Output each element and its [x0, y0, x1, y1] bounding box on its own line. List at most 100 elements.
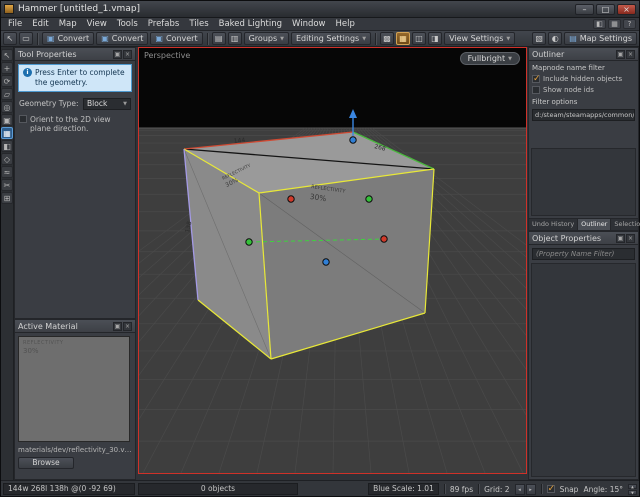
- select-tool-icon[interactable]: ↖: [1, 49, 13, 61]
- panel-header-icons: ▣ ×: [113, 49, 132, 59]
- width-dimension-label: 144: [233, 137, 245, 145]
- snap-checkbox[interactable]: [546, 484, 555, 494]
- convert-button-1[interactable]: ▣ Convert: [42, 32, 95, 45]
- material-tool-icon[interactable]: ◇: [1, 153, 13, 165]
- menu-window[interactable]: Window: [287, 18, 331, 31]
- float-panel-icon[interactable]: ▣: [113, 321, 122, 331]
- separator: [37, 32, 38, 45]
- 3d-viewport[interactable]: Perspective Fullbright ▼ 144 268 138 REF…: [138, 47, 527, 474]
- select-mode-icon[interactable]: ↖: [3, 32, 17, 45]
- angle-readout: Angle: 15°: [583, 484, 623, 494]
- tab-outliner[interactable]: Outliner: [578, 219, 612, 230]
- block-tool-toggle-icon[interactable]: ▦: [396, 32, 411, 45]
- link-icon[interactable]: ▤: [211, 32, 226, 45]
- float-panel-icon[interactable]: ▣: [616, 49, 625, 59]
- 3d-viewport-canvas[interactable]: 144 268 138 REFLECTIVITY 30% REFLECTIVIT…: [139, 48, 526, 473]
- layout-icon[interactable]: ▦: [608, 19, 621, 29]
- outliner-content: Mapnode name filter Include hidden objec…: [529, 61, 638, 218]
- tool-properties-header[interactable]: Tool Properties ▣ ×: [15, 48, 135, 61]
- lighting-icon[interactable]: ◐: [548, 32, 563, 45]
- property-filter-input[interactable]: [532, 248, 635, 260]
- separator: [540, 484, 542, 494]
- menu-view[interactable]: View: [82, 18, 112, 31]
- polygon-tool-icon[interactable]: ⊞: [1, 192, 13, 204]
- grid-increase-button[interactable]: ▸: [525, 483, 536, 495]
- panels-icon[interactable]: ◧: [593, 19, 606, 29]
- view-settings-button[interactable]: View Settings ▼: [444, 32, 516, 45]
- browse-material-button[interactable]: Browse: [18, 457, 74, 469]
- separator: [443, 484, 445, 494]
- mirror-icon[interactable]: ◫: [412, 32, 427, 45]
- convert-button-2[interactable]: ▣ Convert: [96, 32, 149, 45]
- menu-help[interactable]: Help: [331, 18, 360, 31]
- title-bar[interactable]: Hammer [untitled_1.vmap] – □ ×: [1, 1, 639, 18]
- convert-button-3[interactable]: ▣ Convert: [150, 32, 203, 45]
- paint-geometry-tool-icon[interactable]: ◧: [1, 140, 13, 152]
- box-select-icon[interactable]: ▭: [19, 32, 33, 45]
- move-tool-icon[interactable]: +: [1, 62, 13, 74]
- fullbright-dropdown[interactable]: Fullbright ▼: [459, 52, 520, 65]
- menu-tools[interactable]: Tools: [112, 18, 143, 31]
- float-panel-icon[interactable]: ▣: [113, 49, 122, 59]
- shade-icon[interactable]: ◨: [428, 32, 443, 45]
- material-preview[interactable]: REFLECTIVITY 30%: [18, 336, 130, 442]
- grid-decrease-button[interactable]: ◂: [514, 483, 525, 495]
- face-handle-blue-top[interactable]: [349, 136, 357, 144]
- displacement-tool-icon[interactable]: ≈: [1, 166, 13, 178]
- editing-settings-button[interactable]: Editing Settings ▼: [291, 32, 372, 45]
- close-panel-icon[interactable]: ×: [626, 49, 635, 59]
- snap-label: Snap: [559, 484, 579, 494]
- orient-checkbox-row: Orient to the 2D view plane direction.: [15, 112, 135, 136]
- outliner-tree-area[interactable]: [531, 148, 636, 216]
- close-panel-icon[interactable]: ×: [626, 233, 635, 243]
- face-handle-red-2[interactable]: [380, 235, 388, 243]
- viewport-mode-label[interactable]: Perspective: [144, 51, 190, 60]
- outliner-header[interactable]: Outliner ▣ ×: [529, 48, 638, 61]
- panel-header-icons: ▣ ×: [616, 49, 635, 59]
- block-tool-icon[interactable]: ▦: [1, 127, 13, 139]
- show-node-ids-checkbox[interactable]: [532, 86, 540, 94]
- close-panel-icon[interactable]: ×: [123, 49, 132, 59]
- face-handle-red-1[interactable]: [287, 195, 295, 203]
- angle-decrease-button[interactable]: ▼: [628, 489, 637, 495]
- texture-lock-icon[interactable]: ▧: [532, 32, 547, 45]
- include-hidden-checkbox[interactable]: [532, 74, 541, 84]
- rotate-tool-icon[interactable]: ⟳: [1, 75, 13, 87]
- grid-snap-icon[interactable]: ▩: [380, 32, 395, 45]
- angle-increase-button[interactable]: ▲: [628, 483, 637, 489]
- float-panel-icon[interactable]: ▣: [616, 233, 625, 243]
- tab-selection-sets[interactable]: Selection Sets: [611, 219, 640, 230]
- active-material-header[interactable]: Active Material ▣ ×: [15, 320, 135, 333]
- menu-file[interactable]: File: [3, 18, 27, 31]
- face-handle-green-2[interactable]: [245, 238, 253, 246]
- help-icon[interactable]: ?: [623, 19, 636, 29]
- chevron-down-icon: ▼: [508, 55, 512, 62]
- tool-strip: ↖ + ⟳ ▱ ◎ ▣ ▦ ◧ ◇ ≈ ✂ ⊞: [1, 47, 14, 480]
- menu-baked-lighting[interactable]: Baked Lighting: [214, 18, 287, 31]
- menu-prefabs[interactable]: Prefabs: [143, 18, 185, 31]
- instance-icon[interactable]: ▥: [227, 32, 242, 45]
- filter-options-label[interactable]: Filter options: [529, 95, 638, 107]
- statusbar-right-cluster: Blue Scale: 1.01 89 fps Grid: 2 ◂ ▸ Snap…: [368, 483, 637, 495]
- face-handle-blue-bottom[interactable]: [322, 258, 330, 266]
- menu-map[interactable]: Map: [54, 18, 82, 31]
- close-panel-icon[interactable]: ×: [123, 321, 132, 331]
- orient-checkbox[interactable]: [19, 114, 27, 123]
- map-settings-button[interactable]: ▤ Map Settings: [564, 32, 637, 45]
- object-properties-header[interactable]: Object Properties ▣ ×: [529, 232, 638, 245]
- close-button[interactable]: ×: [617, 3, 636, 15]
- geometry-type-dropdown[interactable]: Block ▼: [83, 97, 131, 110]
- tab-undo-history[interactable]: Undo History: [529, 219, 579, 230]
- include-hidden-label: Include hidden objects: [543, 75, 623, 83]
- menu-edit[interactable]: Edit: [27, 18, 53, 31]
- menu-tiles[interactable]: Tiles: [184, 18, 213, 31]
- maximize-button[interactable]: □: [596, 3, 615, 15]
- scale-tool-icon[interactable]: ▱: [1, 88, 13, 100]
- outliner-path-field[interactable]: d:/steam/steamapps/common/steamvr/tool..…: [532, 109, 635, 121]
- camera-tool-icon[interactable]: ◎: [1, 101, 13, 113]
- entity-tool-icon[interactable]: ▣: [1, 114, 13, 126]
- face-handle-green-1[interactable]: [365, 195, 373, 203]
- minimize-button[interactable]: –: [575, 3, 594, 15]
- groups-button[interactable]: Groups ▼: [243, 32, 289, 45]
- clip-tool-icon[interactable]: ✂: [1, 179, 13, 191]
